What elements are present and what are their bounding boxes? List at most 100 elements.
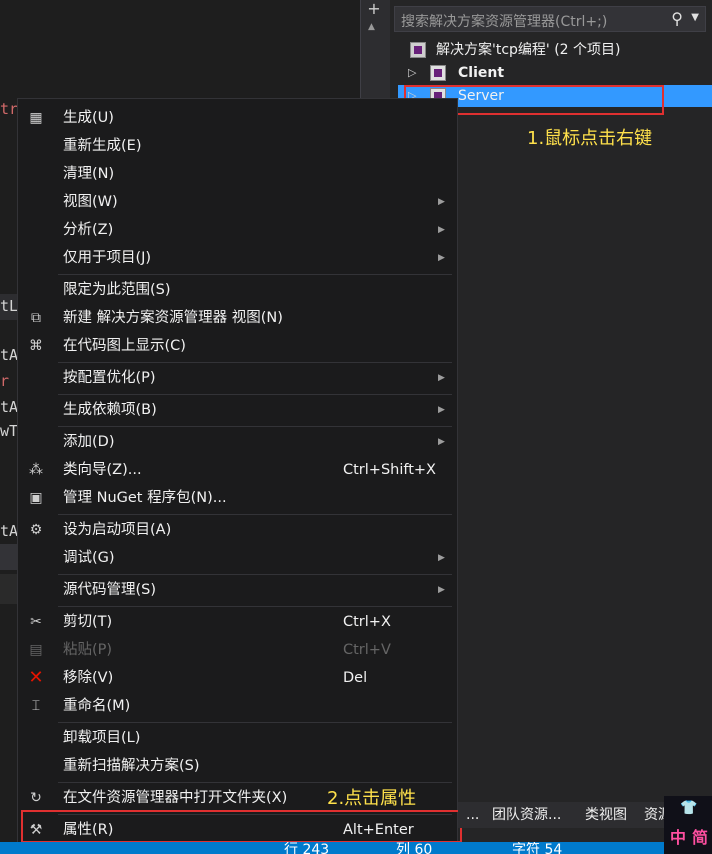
annotation-step2: 2.点击属性 bbox=[327, 788, 417, 809]
menu-shortcut: Ctrl+V bbox=[343, 642, 391, 658]
menu-item-paste[interactable]: ▤ 粘贴(P) Ctrl+V bbox=[18, 636, 457, 664]
menu-item-analyze[interactable]: 分析(Z) ▶ bbox=[18, 216, 457, 244]
menu-label: 限定为此范围(S) bbox=[63, 282, 171, 298]
menu-item-add[interactable]: 添加(D) ▶ bbox=[18, 428, 457, 456]
submenu-arrow-icon: ▶ bbox=[438, 197, 445, 207]
menu-label: 重命名(M) bbox=[63, 698, 131, 714]
menu-separator bbox=[58, 274, 452, 275]
ime-toolbar[interactable]: 👕 中 简 bbox=[664, 796, 712, 854]
menu-item-build[interactable]: ▦ 生成(U) bbox=[18, 104, 457, 132]
menu-item-view[interactable]: 视图(W) ▶ bbox=[18, 188, 457, 216]
menu-shortcut: Ctrl+Shift+X bbox=[343, 462, 436, 478]
menu-separator bbox=[58, 394, 452, 395]
menu-separator bbox=[58, 574, 452, 575]
menu-item-cut[interactable]: ✂ 剪切(T) Ctrl+X bbox=[18, 608, 457, 636]
rename-icon: ⌶ bbox=[31, 698, 41, 714]
nuget-icon: ▣ bbox=[29, 490, 43, 506]
expand-arrow-icon[interactable]: ▷ bbox=[408, 62, 416, 84]
tab-team-explorer[interactable]: 团队资源... bbox=[492, 802, 561, 828]
tree-label: 解决方案'tcp编程' (2 个项目) bbox=[436, 42, 621, 58]
menu-label: 在文件资源管理器中打开文件夹(X) bbox=[63, 790, 288, 806]
code-fragment: tL bbox=[0, 297, 19, 315]
chevron-down-icon[interactable]: ▼ bbox=[691, 12, 699, 23]
tree-item-client[interactable]: ▷ Client bbox=[398, 62, 712, 84]
menu-item-rescan-solution[interactable]: 重新扫描解决方案(S) bbox=[18, 752, 457, 780]
search-placeholder: 搜索解决方案资源管理器(Ctrl+;) bbox=[401, 14, 608, 30]
menu-item-show-on-code-map[interactable]: ⌘ 在代码图上显示(C) bbox=[18, 332, 457, 360]
menu-separator bbox=[58, 514, 452, 515]
submenu-arrow-icon: ▶ bbox=[438, 225, 445, 235]
menu-label: 仅用于项目(J) bbox=[63, 250, 152, 266]
scroll-up-arrow-icon[interactable]: ▲ bbox=[368, 22, 375, 32]
status-line: 行 243 bbox=[284, 842, 330, 854]
menu-separator bbox=[58, 606, 452, 607]
menu-item-new-view[interactable]: ⧉ 新建 解决方案资源管理器 视图(N) bbox=[18, 304, 457, 332]
menu-item-remove[interactable]: ✕ 移除(V) Del bbox=[18, 664, 457, 692]
menu-label: 类向导(Z)... bbox=[63, 462, 142, 478]
ime-chinese-mode[interactable]: 中 bbox=[670, 824, 686, 848]
code-fragment: r bbox=[0, 372, 10, 390]
submenu-arrow-icon: ▶ bbox=[438, 585, 445, 595]
menu-label: 调试(G) bbox=[63, 550, 115, 566]
cpp-project-icon bbox=[430, 65, 446, 81]
code-fragment: tr bbox=[0, 100, 19, 118]
menu-label: 重新生成(E) bbox=[63, 138, 142, 154]
code-fragment: wT bbox=[0, 422, 19, 440]
menu-separator bbox=[58, 782, 452, 783]
submenu-arrow-icon: ▶ bbox=[438, 405, 445, 415]
menu-label: 生成(U) bbox=[63, 110, 114, 126]
code-fragment: tA bbox=[0, 346, 19, 364]
split-editor-button[interactable]: + bbox=[364, 0, 384, 18]
menu-item-project-only[interactable]: 仅用于项目(J) ▶ bbox=[18, 244, 457, 272]
menu-separator bbox=[58, 426, 452, 427]
tree-item-solution[interactable]: 解决方案'tcp编程' (2 个项目) bbox=[398, 39, 712, 61]
new-view-icon: ⧉ bbox=[31, 310, 41, 326]
tree-label: Client bbox=[458, 65, 505, 81]
menu-item-rebuild[interactable]: 重新生成(E) bbox=[18, 132, 457, 160]
code-fragment: tA bbox=[0, 522, 19, 540]
menu-shortcut: Ctrl+X bbox=[343, 614, 391, 630]
submenu-arrow-icon: ▶ bbox=[438, 437, 445, 447]
menu-item-class-wizard[interactable]: ⁂ 类向导(Z)... Ctrl+Shift+X bbox=[18, 456, 457, 484]
context-menu: ▦ 生成(U) 重新生成(E) 清理(N) 视图(W) ▶ 分析(Z) ▶ 仅用… bbox=[17, 98, 458, 848]
scissors-icon: ✂ bbox=[30, 614, 42, 630]
status-bar: 行 243 列 60 字符 54 bbox=[0, 842, 712, 854]
menu-separator bbox=[58, 722, 452, 723]
menu-item-unload-project[interactable]: 卸载项目(L) bbox=[18, 724, 457, 752]
menu-label: 生成依赖项(B) bbox=[63, 402, 157, 418]
solution-explorer-search[interactable]: 搜索解决方案资源管理器(Ctrl+;) ⚲ ▼ bbox=[394, 6, 706, 32]
menu-label: 在代码图上显示(C) bbox=[63, 338, 186, 354]
menu-item-debug[interactable]: 调试(G) ▶ bbox=[18, 544, 457, 572]
class-wizard-icon: ⁂ bbox=[29, 462, 43, 478]
ime-simplified-mode[interactable]: 简 bbox=[692, 824, 708, 848]
menu-label: 设为启动项目(A) bbox=[63, 522, 172, 538]
menu-item-source-control[interactable]: 源代码管理(S) ▶ bbox=[18, 576, 457, 604]
menu-item-build-dependencies[interactable]: 生成依赖项(B) ▶ bbox=[18, 396, 457, 424]
menu-item-set-startup[interactable]: ⚙ 设为启动项目(A) bbox=[18, 516, 457, 544]
annotation-step1: 1.鼠标点击右键 bbox=[527, 128, 653, 149]
tab-overflow[interactable]: ... bbox=[466, 802, 479, 828]
gear-icon: ⚙ bbox=[29, 522, 43, 538]
menu-label: 管理 NuGet 程序包(N)... bbox=[63, 490, 227, 506]
status-char: 字符 54 bbox=[512, 842, 563, 854]
submenu-arrow-icon: ▶ bbox=[438, 373, 445, 383]
ime-skin-icon[interactable]: 👕 bbox=[680, 800, 697, 816]
menu-label: 移除(V) bbox=[63, 670, 114, 686]
status-column: 列 60 bbox=[396, 842, 433, 854]
tab-class-view[interactable]: 类视图 bbox=[585, 802, 627, 828]
menu-shortcut: Del bbox=[343, 670, 368, 686]
menu-item-clean[interactable]: 清理(N) bbox=[18, 160, 457, 188]
menu-label: 粘贴(P) bbox=[63, 642, 113, 658]
open-folder-icon: ↻ bbox=[30, 790, 42, 806]
submenu-arrow-icon: ▶ bbox=[438, 253, 445, 263]
menu-label: 卸载项目(L) bbox=[63, 730, 141, 746]
menu-label: 添加(D) bbox=[63, 434, 115, 450]
build-icon: ▦ bbox=[29, 110, 43, 126]
menu-label: 重新扫描解决方案(S) bbox=[63, 758, 200, 774]
menu-label: 分析(Z) bbox=[63, 222, 114, 238]
menu-item-scope-to-this[interactable]: 限定为此范围(S) bbox=[18, 276, 457, 304]
menu-item-rename[interactable]: ⌶ 重命名(M) bbox=[18, 692, 457, 720]
menu-item-manage-nuget[interactable]: ▣ 管理 NuGet 程序包(N)... bbox=[18, 484, 457, 512]
menu-item-pgo[interactable]: 按配置优化(P) ▶ bbox=[18, 364, 457, 392]
search-icon[interactable]: ⚲ bbox=[671, 9, 683, 28]
